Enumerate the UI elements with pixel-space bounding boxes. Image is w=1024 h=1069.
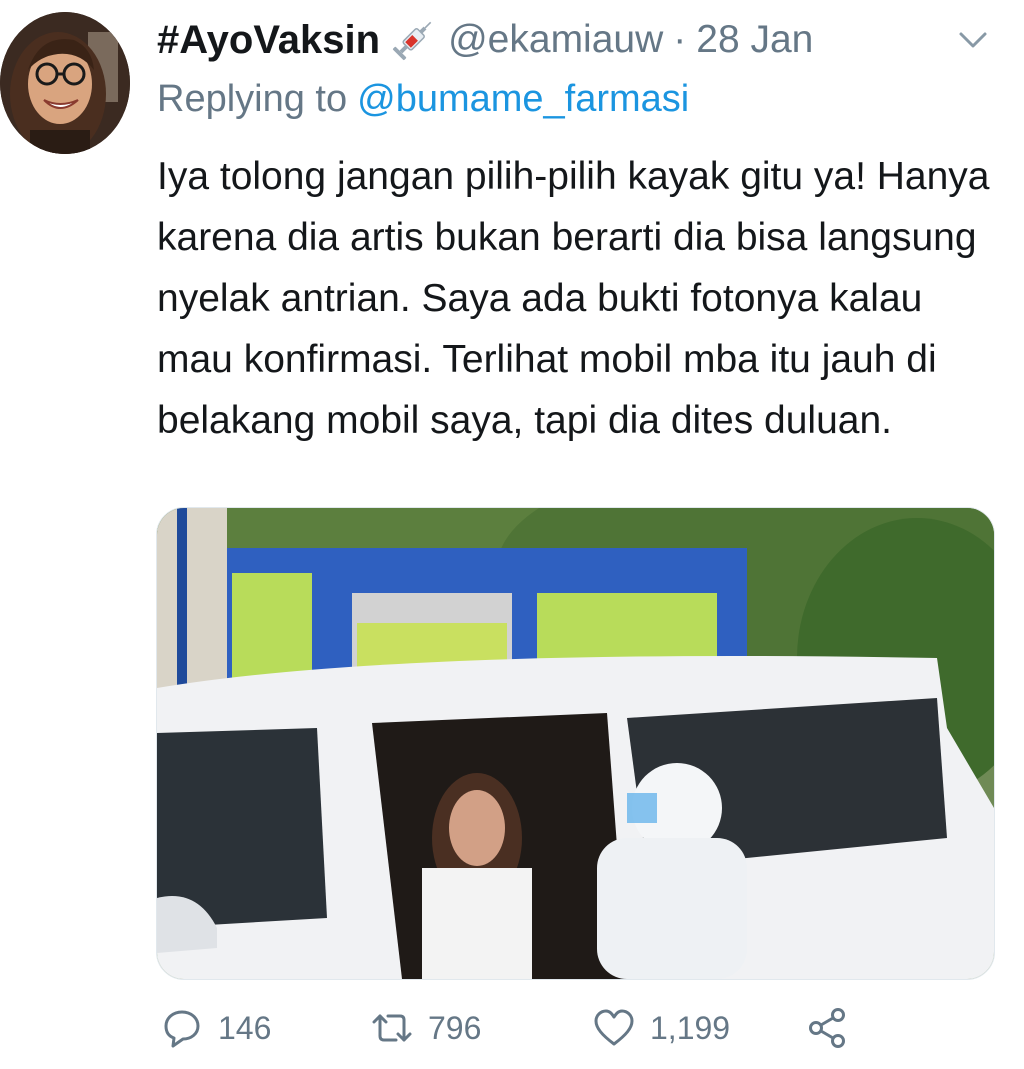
reply-count: 146: [218, 1009, 272, 1046]
tweet-actions: 146 796 1,199: [156, 1006, 876, 1056]
heart-icon: [594, 1009, 634, 1046]
reply-mention-link[interactable]: @bumame_farmasi: [357, 78, 689, 120]
share-icon: [809, 1008, 845, 1048]
tweet-date[interactable]: 28 Jan: [696, 18, 813, 62]
avatar[interactable]: [0, 12, 130, 154]
retweet-count: 796: [428, 1009, 482, 1046]
chevron-down-icon[interactable]: [955, 22, 991, 58]
like-count: 1,199: [650, 1009, 731, 1046]
display-name[interactable]: #AyoVaksin: [157, 18, 380, 63]
tweet-media-photo[interactable]: [156, 507, 995, 980]
like-button[interactable]: 1,199: [592, 1006, 730, 1050]
separator-dot: ·: [673, 18, 687, 61]
reply-icon: [164, 1010, 200, 1048]
tweet-header: #AyoVaksin @ekamiauw · 28 Jan: [157, 14, 917, 66]
share-button[interactable]: [806, 1006, 850, 1050]
replying-prefix: Replying to: [157, 78, 348, 120]
photo-car-scene: [157, 508, 994, 979]
user-handle[interactable]: @ekamiauw: [448, 18, 663, 62]
retweet-button[interactable]: 796: [370, 1006, 481, 1050]
tweet-text: Iya tolong jangan pilih-pilih kayak gitu…: [157, 155, 990, 442]
avatar-photo: [0, 12, 130, 154]
replying-to: Replying to @bumame_farmasi: [157, 78, 689, 121]
retweet-icon: [372, 1014, 412, 1042]
syringe-icon: [393, 21, 432, 61]
reply-button[interactable]: 146: [160, 1006, 271, 1050]
